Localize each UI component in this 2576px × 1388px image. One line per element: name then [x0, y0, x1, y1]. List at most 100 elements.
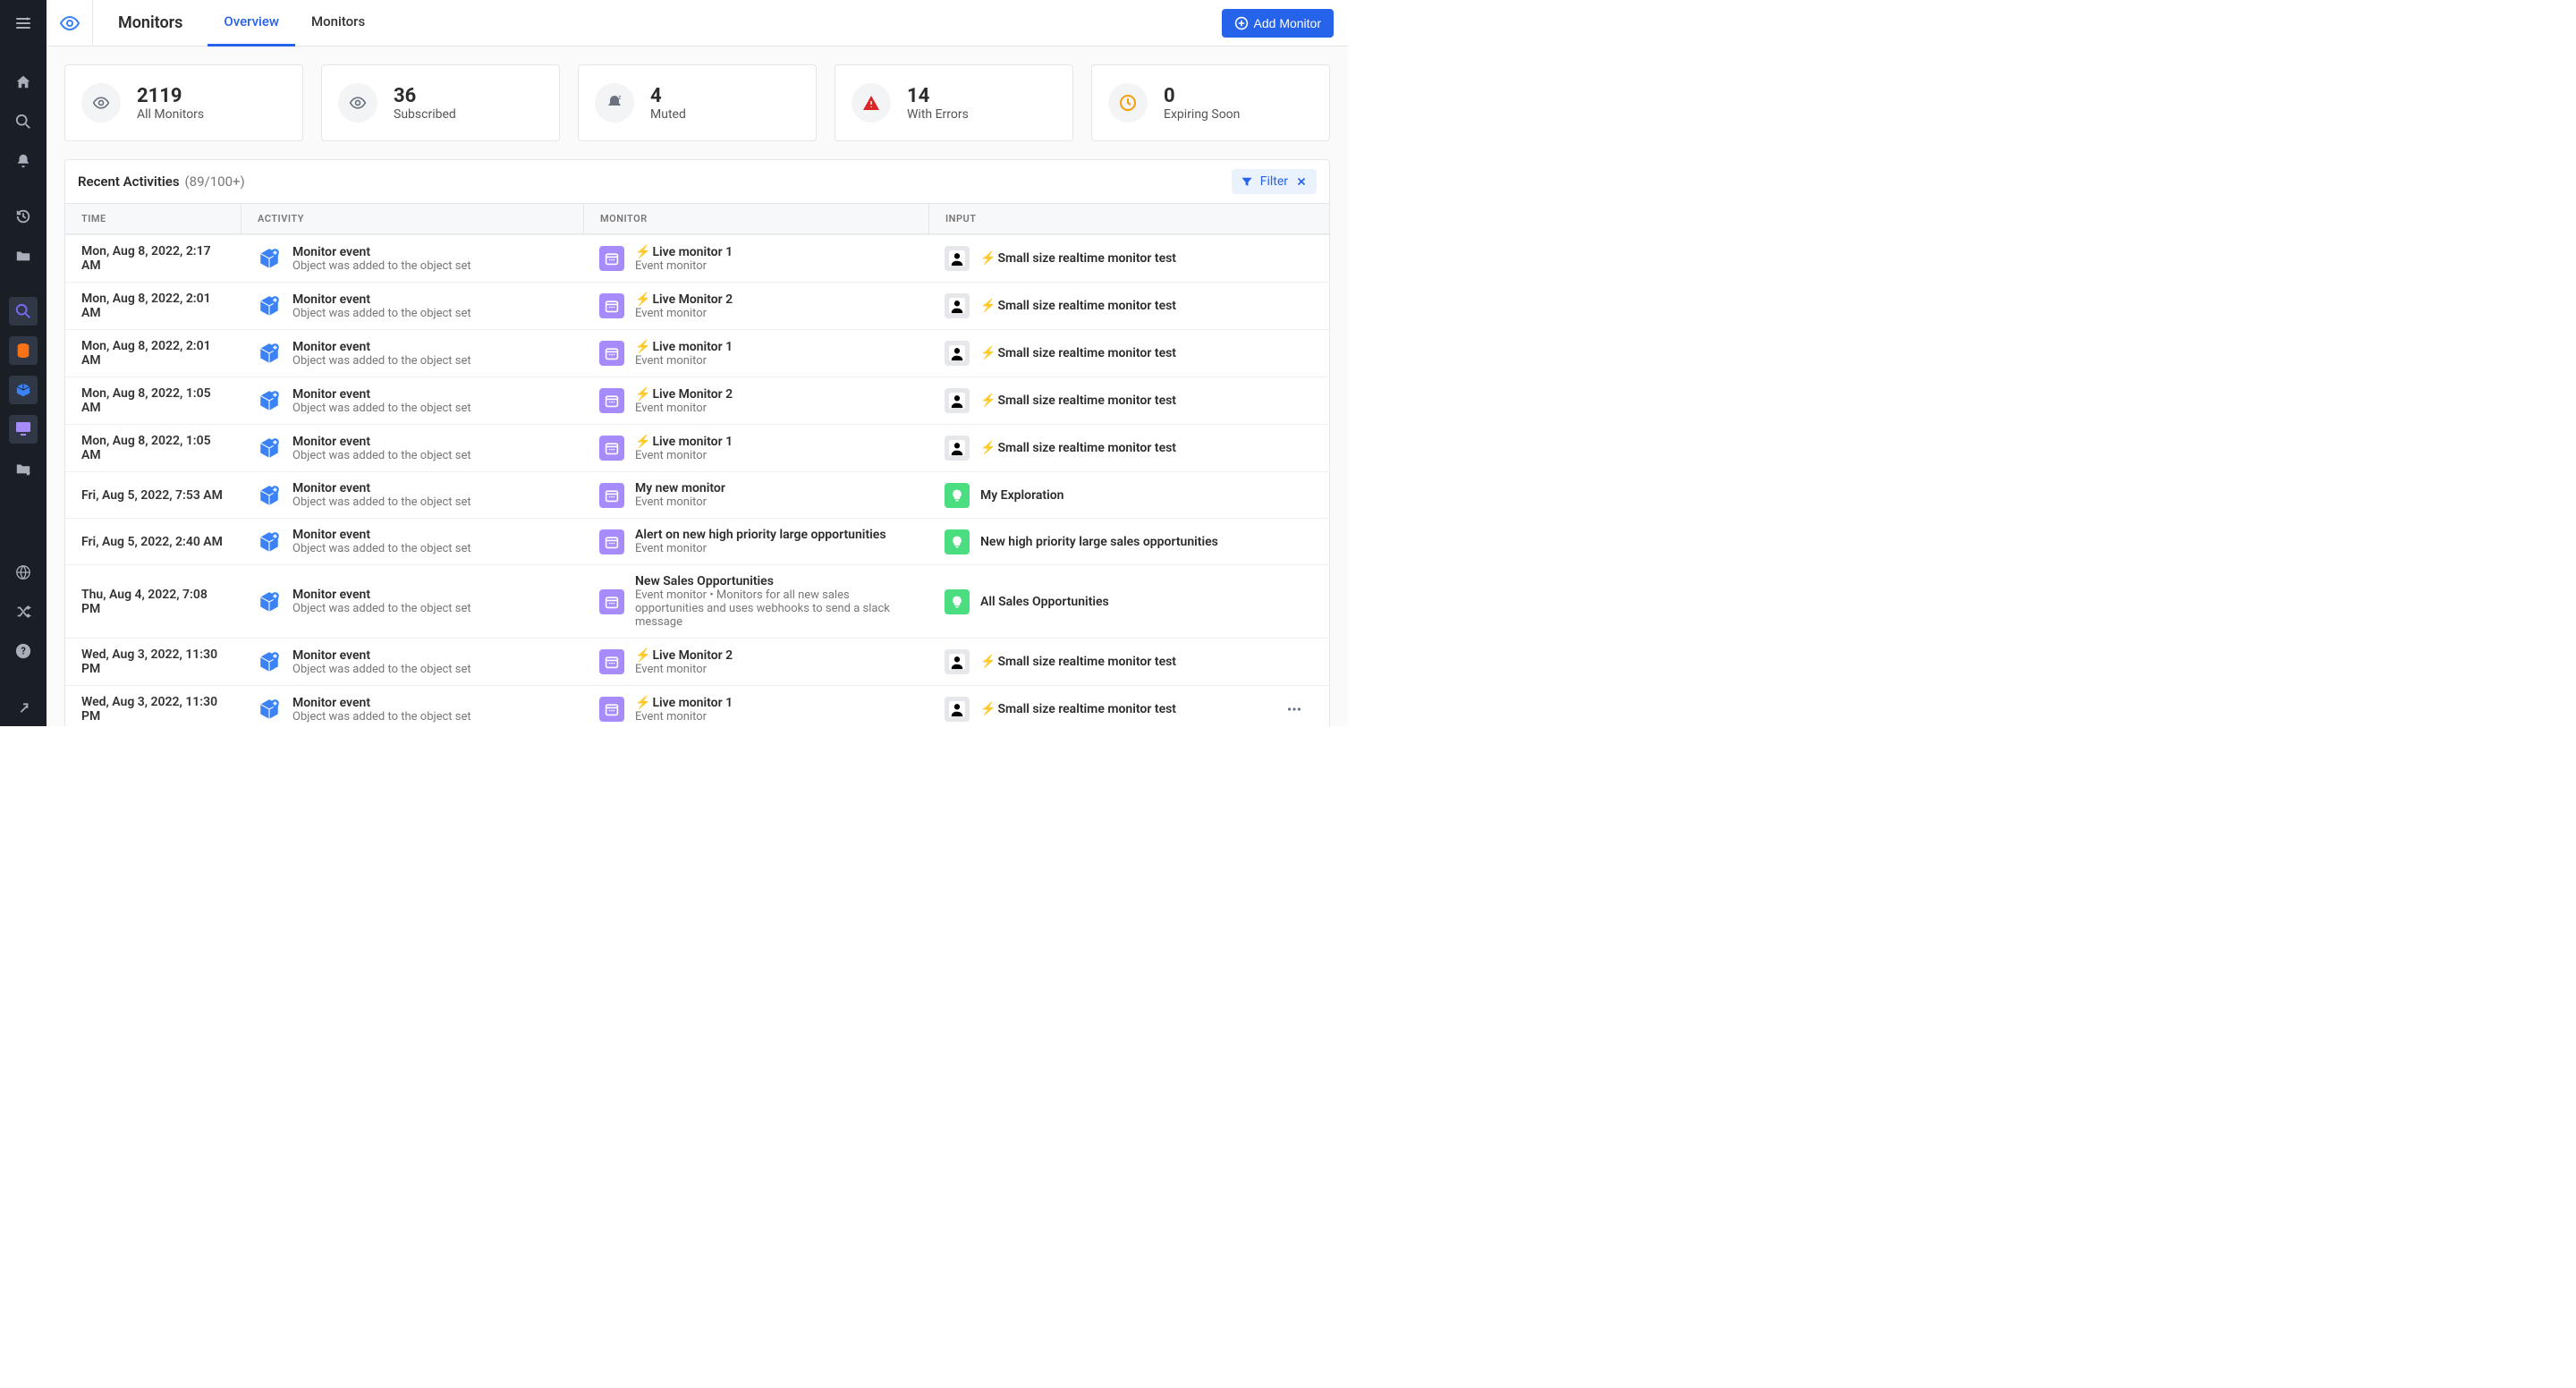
table-row[interactable]: Wed, Aug 3, 2022, 11:30 PM Monitor eventO… — [65, 685, 1329, 726]
activity-title: Monitor event — [292, 528, 471, 542]
stat-errors[interactable]: 14With Errors — [835, 64, 1073, 141]
globe-icon[interactable] — [9, 558, 38, 587]
monitor-title: New Sales Opportunities — [635, 574, 912, 588]
activity-title: Monitor event — [292, 648, 471, 663]
table-row[interactable]: Fri, Aug 5, 2022, 7:53 AM Monitor eventOb… — [65, 471, 1329, 518]
help-icon[interactable]: ? — [9, 637, 38, 665]
monitor-title: ⚡Live monitor 1 — [635, 340, 733, 354]
stat-all-monitors[interactable]: 2119All Monitors — [64, 64, 303, 141]
table-row[interactable]: Fri, Aug 5, 2022, 2:40 AMMonitor eventOb… — [65, 518, 1329, 564]
monitor-title: Alert on new high priority large opportu… — [635, 528, 886, 542]
table-row[interactable]: Thu, Aug 4, 2022, 7:08 PMMonitor eventOb… — [65, 564, 1329, 638]
folder-icon[interactable] — [9, 241, 38, 270]
input-type-icon — [945, 388, 970, 413]
stat-muted[interactable]: z 4Muted — [578, 64, 817, 141]
monitor-subtitle: Event monitor — [635, 495, 725, 509]
clock-icon — [1108, 83, 1148, 123]
table-row[interactable]: Mon, Aug 8, 2022, 2:17 AMMonitor eventOb… — [65, 234, 1329, 282]
activity-subtitle: Object was added to the object set — [292, 710, 471, 724]
box-add-icon — [257, 388, 282, 413]
table-row[interactable]: Mon, Aug 8, 2022, 2:01 AMMonitor eventOb… — [65, 282, 1329, 329]
expand-icon[interactable] — [9, 692, 38, 721]
input-title: ⚡Small size realtime monitor test — [980, 251, 1176, 266]
col-header-monitor: MONITOR — [583, 204, 928, 233]
activity-subtitle: Object was added to the object set — [292, 259, 471, 273]
bolt-icon: ⚡ — [635, 340, 650, 354]
table-row[interactable]: Mon, Aug 8, 2022, 2:01 AMMonitor eventOb… — [65, 329, 1329, 377]
box-add-icon — [257, 246, 282, 271]
table-header: TIME ACTIVITY MONITOR INPUT — [65, 204, 1329, 234]
stat-expiring[interactable]: 0Expiring Soon — [1091, 64, 1330, 141]
menu-toggle-icon[interactable] — [0, 0, 47, 47]
tab-overview[interactable]: Overview — [208, 0, 295, 47]
bolt-icon: ⚡ — [980, 346, 996, 360]
cube-icon[interactable] — [9, 376, 38, 404]
col-header-input: INPUT — [928, 204, 1329, 233]
tab-monitors[interactable]: Monitors — [295, 0, 381, 47]
home-icon[interactable] — [9, 68, 38, 97]
folder-star-icon[interactable] — [9, 454, 38, 483]
calendar-icon — [599, 589, 624, 614]
search-icon[interactable] — [9, 107, 38, 136]
box-add-icon — [257, 697, 282, 722]
activity-subtitle: Object was added to the object set — [292, 495, 471, 509]
monitor-subtitle: Event monitor — [635, 307, 733, 320]
input-type-icon — [945, 436, 970, 461]
row-time: Wed, Aug 3, 2022, 11:30 PM — [65, 686, 241, 726]
add-monitor-button[interactable]: Add Monitor — [1222, 9, 1334, 38]
activity-title: Monitor event — [292, 481, 471, 495]
input-title: ⚡Small size realtime monitor test — [980, 702, 1176, 716]
input-title: ⚡Small size realtime monitor test — [980, 299, 1176, 313]
row-time: Thu, Aug 4, 2022, 7:08 PM — [65, 579, 241, 625]
input-title: New high priority large sales opportunit… — [980, 535, 1218, 549]
database-icon[interactable] — [9, 336, 38, 365]
topbar: Monitors Overview Monitors Add Monitor — [47, 0, 1348, 47]
bolt-icon: ⚡ — [980, 655, 996, 669]
more-menu-icon[interactable] — [1286, 701, 1313, 717]
monitor-title: ⚡Live monitor 1 — [635, 696, 733, 710]
row-time: Fri, Aug 5, 2022, 7:53 AM — [65, 479, 241, 512]
table-row[interactable]: Mon, Aug 8, 2022, 1:05 AMMonitor eventOb… — [65, 424, 1329, 471]
monitor-title: ⚡Live Monitor 2 — [635, 387, 733, 402]
activity-subtitle: Object was added to the object set — [292, 402, 471, 415]
filter-chip[interactable]: Filter — [1232, 169, 1317, 194]
bell-icon[interactable] — [9, 147, 38, 175]
shuffle-icon[interactable] — [9, 597, 38, 626]
input-title: ⚡Small size realtime monitor test — [980, 394, 1176, 408]
monitor-subtitle: Event monitor — [635, 710, 733, 724]
input-title: All Sales Opportunities — [980, 595, 1109, 609]
box-add-icon — [257, 436, 282, 461]
row-time: Wed, Aug 3, 2022, 11:30 PM — [65, 639, 241, 685]
input-type-icon — [945, 529, 970, 554]
bolt-icon: ⚡ — [980, 702, 996, 716]
activity-subtitle: Object was added to the object set — [292, 354, 471, 368]
history-icon[interactable] — [9, 202, 38, 231]
monitor-subtitle: Event monitor — [635, 449, 733, 462]
activity-title: Monitor event — [292, 435, 471, 449]
col-header-time: TIME — [65, 204, 241, 233]
monitor-title: ⚡Live Monitor 2 — [635, 648, 733, 663]
activity-title: Monitor event — [292, 340, 471, 354]
input-type-icon — [945, 246, 970, 271]
row-time: Mon, Aug 8, 2022, 1:05 AM — [65, 425, 241, 471]
search-nav-icon[interactable] — [9, 297, 38, 326]
activity-subtitle: Object was added to the object set — [292, 307, 471, 320]
filter-clear-icon[interactable] — [1295, 175, 1308, 188]
bell-muted-icon: z — [595, 83, 634, 123]
table-row[interactable]: Mon, Aug 8, 2022, 1:05 AMMonitor eventOb… — [65, 377, 1329, 424]
app-icon[interactable] — [9, 415, 38, 444]
activity-title: Monitor event — [292, 292, 471, 307]
eye-icon — [81, 83, 121, 123]
table-row[interactable]: Wed, Aug 3, 2022, 11:30 PMMonitor eventO… — [65, 638, 1329, 685]
box-add-icon — [257, 529, 282, 554]
input-title: ⚡Small size realtime monitor test — [980, 441, 1176, 455]
warning-icon — [852, 83, 891, 123]
add-monitor-label: Add Monitor — [1254, 16, 1321, 30]
activity-title: Monitor event — [292, 696, 471, 710]
calendar-icon — [599, 436, 624, 461]
monitor-subtitle: Event monitor — [635, 354, 733, 368]
monitor-subtitle: Event monitor — [635, 663, 733, 676]
stat-subscribed[interactable]: 36Subscribed — [321, 64, 560, 141]
bolt-icon: ⚡ — [635, 648, 650, 663]
panel-title: Recent Activities — [78, 174, 180, 190]
